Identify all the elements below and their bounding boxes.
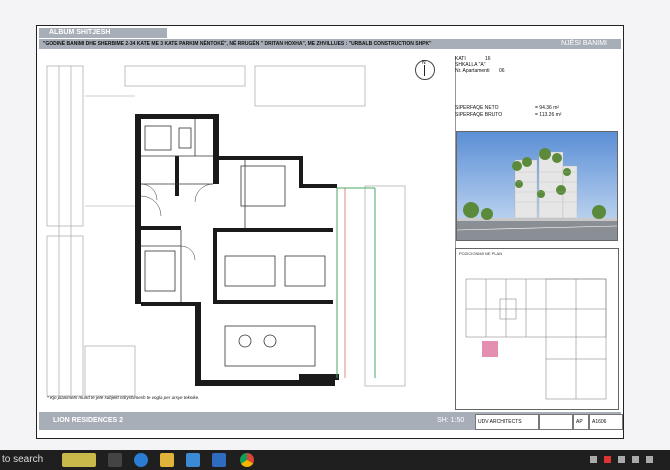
plan-note: * Kjo planimetri mund te jete subjekt nd…: [47, 395, 200, 400]
tray-app-icon[interactable]: [604, 456, 611, 463]
sheet-prefix: AP: [573, 414, 589, 430]
taskbar: to search: [0, 450, 670, 470]
neto-label: SIPERFAQE NETO: [455, 105, 499, 111]
blank-cell: [539, 414, 573, 430]
apartment-highlight: [482, 341, 498, 357]
neto-value: = 94.36 m²: [535, 105, 560, 111]
chrome-icon[interactable]: [240, 453, 254, 467]
bruto-value: = 113.26 m²: [535, 112, 562, 118]
floor-plan-drawing: [46, 65, 406, 397]
architects-label: UDV ARCHITECTS: [475, 414, 539, 430]
project-description: "GODINË BANIMI DHE SHERBIME 2-34 KATE ME…: [43, 41, 432, 47]
tray-chevron-icon[interactable]: [590, 456, 597, 463]
building-render-graphic: [457, 132, 617, 240]
network-icon[interactable]: [618, 456, 625, 463]
widget-icon[interactable]: [62, 453, 96, 467]
positioning-plan-drawing: [465, 278, 607, 400]
plan-sheet: ALBUM SHITJESH "GODINË BANIMI DHE SHERBI…: [36, 25, 624, 439]
volume-icon[interactable]: [632, 456, 639, 463]
clock-icon[interactable]: [646, 456, 653, 463]
bruto-label: SIPERFAQE BRUTO: [455, 112, 503, 118]
positioning-plan: POZICIONIMI NE PLAN: [455, 248, 619, 410]
unit-info: KATI 16 SHKALLA "A" Nr. Apartamenti 06 S…: [455, 52, 621, 130]
document-viewer: ALBUM SHITJESH "GODINË BANIMI DHE SHERBI…: [0, 0, 670, 450]
building-render-image: [456, 131, 618, 241]
mail-icon[interactable]: [212, 453, 226, 467]
file-explorer-icon[interactable]: [160, 453, 174, 467]
unit-label: NJËSI BANIMI: [561, 40, 607, 47]
taskbar-search[interactable]: to search: [0, 450, 43, 470]
store-icon[interactable]: [186, 453, 200, 467]
floor-plan: [45, 56, 456, 408]
project-name: LION RESIDENCES 2: [53, 417, 124, 424]
north-compass-icon: N: [415, 60, 435, 80]
apartment-label: Nr. Apartamenti: [455, 68, 490, 74]
apartment-value: 06: [499, 68, 505, 74]
edge-icon[interactable]: [134, 453, 148, 467]
system-tray: [580, 450, 670, 470]
sheet-code: A1606: [589, 414, 623, 430]
task-view-icon[interactable]: [108, 453, 122, 467]
album-title: ALBUM SHITJESH: [39, 28, 167, 38]
compass-needle: [424, 65, 425, 76]
scale-label: SH: 1:50: [437, 417, 465, 424]
